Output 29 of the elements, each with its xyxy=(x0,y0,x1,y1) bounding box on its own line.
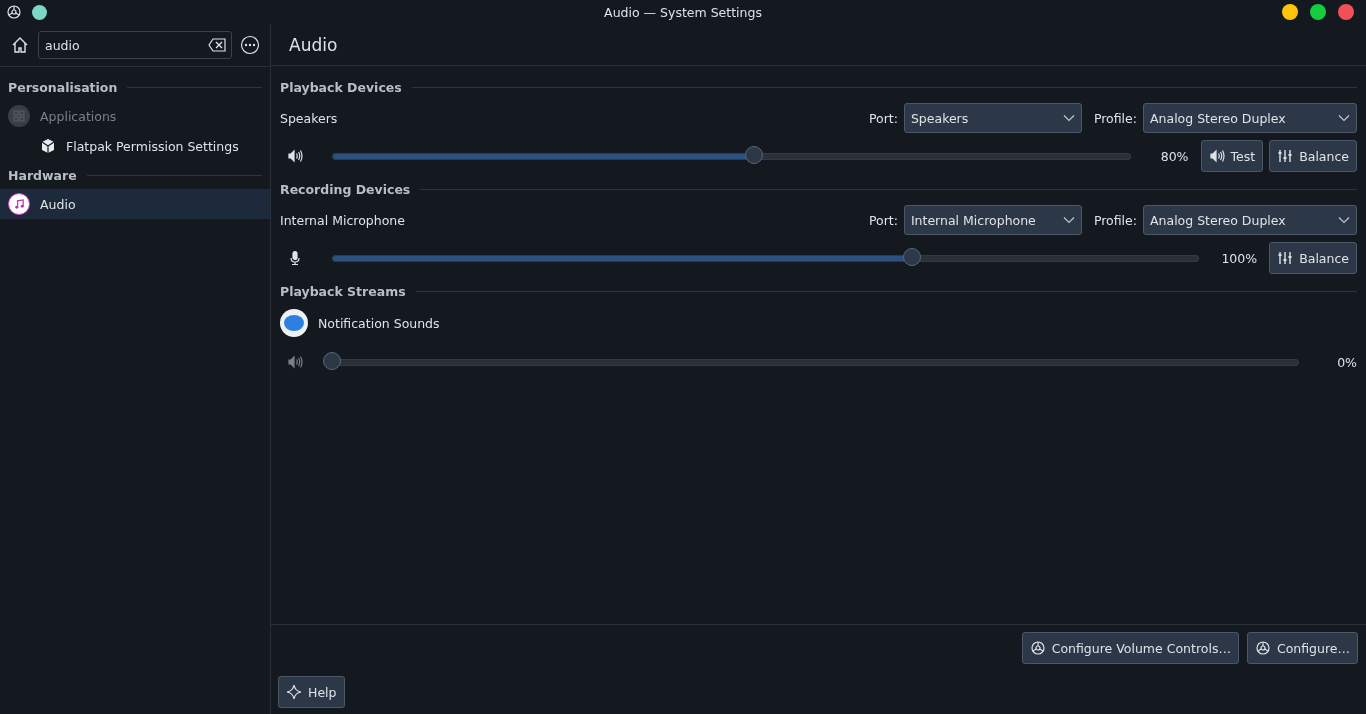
stream-name: Notification Sounds xyxy=(318,315,440,331)
profile-dropdown[interactable]: Analog Stereo Duplex xyxy=(1143,205,1357,235)
window-title: Audio — System Settings xyxy=(604,4,762,20)
balance-button[interactable]: Balance xyxy=(1269,242,1357,274)
configure-button[interactable]: Configure… xyxy=(1246,632,1358,664)
port-label: Port: xyxy=(868,212,898,228)
sidebar-item[interactable]: Audio xyxy=(0,189,270,219)
port-label: Port: xyxy=(868,110,898,126)
device-name: Speakers xyxy=(280,110,339,126)
group-heading: Hardware xyxy=(8,167,77,183)
section-heading: Playback Devices xyxy=(280,79,402,95)
volume-reading: 100% xyxy=(1221,250,1258,266)
profile-label: Profile: xyxy=(1093,212,1137,228)
search-field[interactable]: audio xyxy=(38,31,232,59)
profile-dropdown[interactable]: Analog Stereo Duplex xyxy=(1143,103,1357,133)
test-button[interactable]: Test xyxy=(1200,140,1264,172)
port-dropdown[interactable]: Speakers xyxy=(903,103,1082,133)
volume-reading: 0% xyxy=(1336,354,1357,370)
group-heading: Personalisation xyxy=(8,79,118,95)
section-heading: Playback Streams xyxy=(280,283,406,299)
section-heading: Recording Devices xyxy=(280,181,411,197)
profile-label: Profile: xyxy=(1093,110,1137,126)
configure-button[interactable]: Configure Volume Controls… xyxy=(1021,632,1239,664)
balance-button[interactable]: Balance xyxy=(1269,140,1357,172)
page-title: Audio xyxy=(289,34,338,55)
help-button[interactable]: Help xyxy=(278,676,345,708)
volume-reading: 80% xyxy=(1159,148,1189,164)
device-name: Internal Microphone xyxy=(280,212,406,228)
port-dropdown[interactable]: Internal Microphone xyxy=(903,205,1082,235)
